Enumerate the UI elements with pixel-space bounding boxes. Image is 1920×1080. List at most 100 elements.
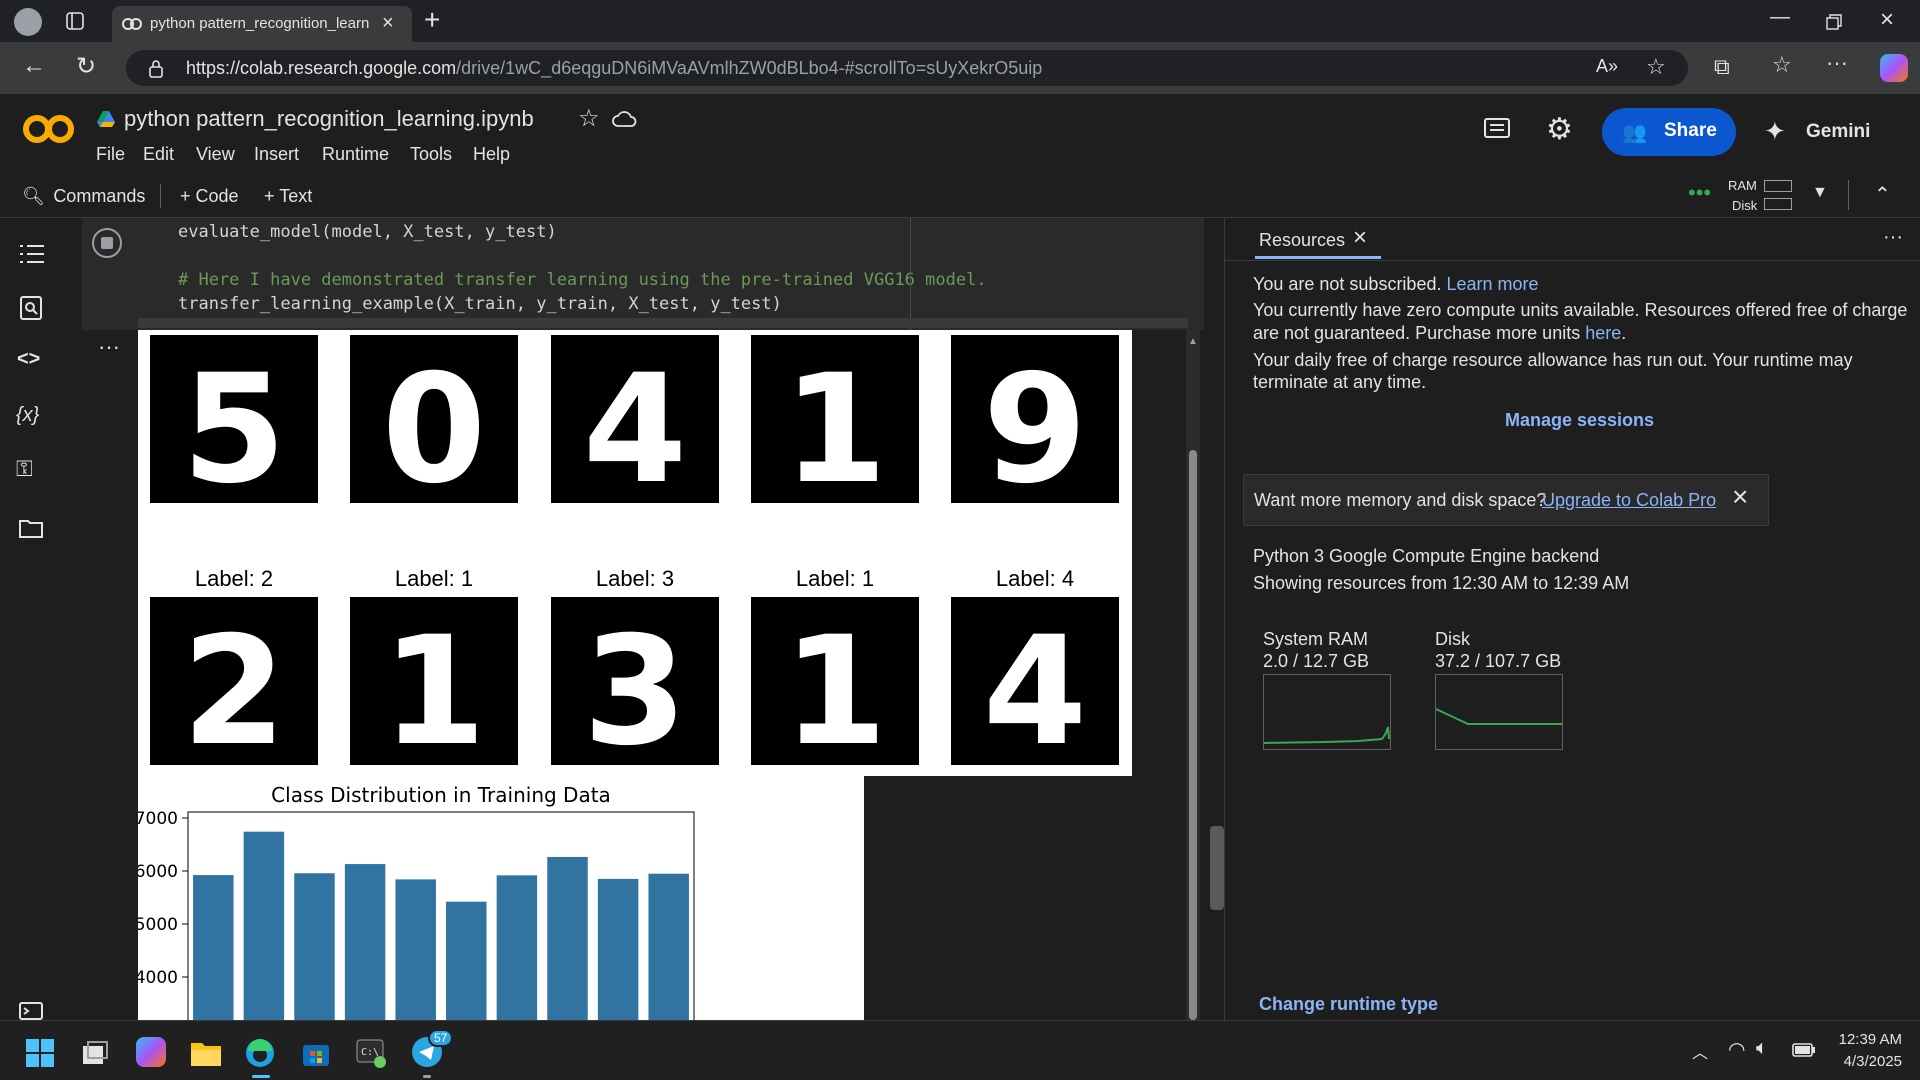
menu-view[interactable]: View <box>196 144 235 165</box>
volume-icon[interactable]: 🔈︎ <box>1756 1037 1768 1060</box>
code-cell[interactable]: evaluate_model(model, X_test, y_test) # … <box>82 218 1204 330</box>
read-aloud-icon[interactable]: A» <box>1596 56 1618 77</box>
clock-date[interactable]: 4/3/2025 <box>1832 1053 1902 1070</box>
change-runtime-link[interactable]: Change runtime type <box>1259 994 1438 1015</box>
scroll-up-icon[interactable]: ▲ <box>1188 336 1198 347</box>
menu-help[interactable]: Help <box>473 144 510 165</box>
left-sidebar: <> {x} ⚿ <box>0 218 62 1020</box>
settings-gear-icon[interactable]: ⚙ <box>1546 112 1573 147</box>
add-code-button[interactable]: + Code <box>180 186 239 207</box>
y-tick-label: 5000 <box>138 915 178 935</box>
digit-label: Label: 1 <box>394 566 474 591</box>
cloud-saved-icon[interactable] <box>612 110 638 128</box>
favorite-star-icon[interactable]: ☆ <box>1646 54 1666 80</box>
runtime-status-icon[interactable]: ••• <box>1688 180 1711 206</box>
colab-logo[interactable] <box>22 112 76 146</box>
copilot-app-icon[interactable] <box>136 1037 166 1067</box>
tab-close-icon[interactable]: × <box>382 12 394 35</box>
show-hidden-icons-icon[interactable]: ︿ <box>1692 1039 1708 1063</box>
code-horizontal-scrollbar[interactable] <box>138 318 1188 328</box>
collapse-header-icon[interactable]: ⌃ <box>1874 182 1891 207</box>
menu-runtime[interactable]: Runtime <box>322 144 389 165</box>
clock-time[interactable]: 12:39 AM <box>1832 1031 1902 1048</box>
code-snippets-icon[interactable]: <> <box>17 348 40 371</box>
terminal-icon[interactable] <box>19 1002 43 1020</box>
close-panel-icon[interactable]: × <box>1353 224 1367 252</box>
digit-text: 3 <box>583 605 687 765</box>
copilot-icon[interactable] <box>1880 54 1908 82</box>
search-icon: 🔍︎ <box>22 186 45 206</box>
panel-tab-divider <box>1225 260 1920 261</box>
url-field[interactable]: https://colab.research.google.com/drive/… <box>126 50 1688 86</box>
runtime-dropdown-icon[interactable]: ▼ <box>1812 184 1828 202</box>
learn-more-link[interactable]: Learn more <box>1446 274 1538 294</box>
output-menu-icon[interactable]: ··· <box>98 334 120 360</box>
commands-button[interactable]: 🔍︎ Commands <box>22 186 145 207</box>
output-scroll-thumb[interactable] <box>1189 450 1197 1020</box>
digit-text: 4 <box>583 343 687 503</box>
reload-icon[interactable]: ↻ <box>76 52 96 81</box>
time-range-text: Showing resources from 12:30 AM to 12:39… <box>1253 573 1630 593</box>
ram-meter[interactable] <box>1764 180 1792 192</box>
tab-actions-icon[interactable] <box>66 12 84 30</box>
menu-edit[interactable]: Edit <box>143 144 174 165</box>
wifi-icon[interactable]: ◠ <box>1728 1037 1745 1062</box>
page-scroll-thumb[interactable] <box>1210 826 1224 910</box>
comments-icon[interactable] <box>1484 118 1510 142</box>
find-replace-icon[interactable] <box>20 296 42 320</box>
add-text-button[interactable]: + Text <box>264 186 312 207</box>
terminal-app-icon[interactable]: C:\ <box>356 1039 388 1069</box>
y-tick-label: 4000 <box>138 968 178 988</box>
secrets-key-icon[interactable]: ⚿ <box>16 456 33 482</box>
files-folder-icon[interactable] <box>19 518 43 538</box>
battery-icon[interactable] <box>1792 1043 1816 1057</box>
close-window-icon[interactable]: × <box>1880 6 1894 34</box>
gemini-sparkle-icon: ✦ <box>1764 116 1786 146</box>
disk-meter[interactable] <box>1764 198 1792 210</box>
close-banner-icon[interactable]: × <box>1732 481 1748 513</box>
output-scrollbar[interactable]: ▲ <box>1186 330 1200 1020</box>
menu-insert[interactable]: Insert <box>254 144 299 165</box>
browser-tab-active[interactable]: python pattern_recognition_learn × <box>112 6 412 42</box>
menu-tools[interactable]: Tools <box>410 144 452 165</box>
minimize-icon[interactable]: — <box>1770 6 1790 29</box>
disk-label: Disk <box>1732 198 1758 213</box>
edge-browser-icon[interactable] <box>244 1037 276 1069</box>
share-button[interactable]: 👥 Share <box>1602 108 1736 156</box>
table-of-contents-icon[interactable] <box>20 244 44 264</box>
windows-start-icon[interactable] <box>26 1039 54 1067</box>
digit-label: Label: 1 <box>795 566 875 591</box>
run-cell-button[interactable] <box>92 228 122 258</box>
manage-sessions-link[interactable]: Manage sessions <box>1505 410 1654 431</box>
site-info-icon[interactable] <box>148 60 164 78</box>
code-line-evaluate: evaluate_model(model, X_test, y_test) <box>178 222 557 242</box>
colab-favicon-icon <box>122 16 142 32</box>
more-menu-icon[interactable]: ··· <box>1826 50 1848 76</box>
upgrade-link[interactable]: Upgrade to Colab Pro <box>1542 490 1716 511</box>
purchase-here-link[interactable]: here <box>1585 323 1621 343</box>
notebook-title[interactable]: python pattern_recognition_learning.ipyn… <box>124 106 534 132</box>
digit-label: Label: 4 <box>995 566 1075 591</box>
task-view-icon[interactable] <box>82 1041 108 1065</box>
profile-avatar[interactable] <box>14 8 42 36</box>
back-icon[interactable]: ← <box>22 52 46 80</box>
store-icon[interactable] <box>302 1039 330 1067</box>
gemini-button[interactable]: ✦ Gemini <box>1760 108 1890 156</box>
restore-icon[interactable] <box>1826 14 1842 30</box>
bar-8 <box>597 878 639 1020</box>
allowance-line1: Your daily free of charge resource allow… <box>1253 350 1853 370</box>
extensions-icon[interactable]: ⧉ <box>1714 54 1730 80</box>
menu-file[interactable]: File <box>96 144 125 165</box>
favorites-icon[interactable]: ☆ <box>1772 52 1792 78</box>
not-subscribed-text: You are not subscribed. <box>1253 274 1442 294</box>
tab-resources[interactable]: Resources <box>1259 230 1345 251</box>
digit-label: Label: 2 <box>194 566 274 591</box>
variables-icon[interactable]: {x} <box>16 404 39 427</box>
file-explorer-icon[interactable] <box>190 1039 222 1067</box>
star-icon[interactable]: ☆ <box>578 104 600 133</box>
gemini-label: Gemini <box>1806 121 1871 142</box>
new-tab-icon[interactable]: + <box>424 4 440 36</box>
digit-text: 0 <box>382 343 486 503</box>
code-comment: # Here I have demonstrated transfer lear… <box>178 270 987 290</box>
panel-more-icon[interactable]: ··· <box>1883 226 1903 249</box>
